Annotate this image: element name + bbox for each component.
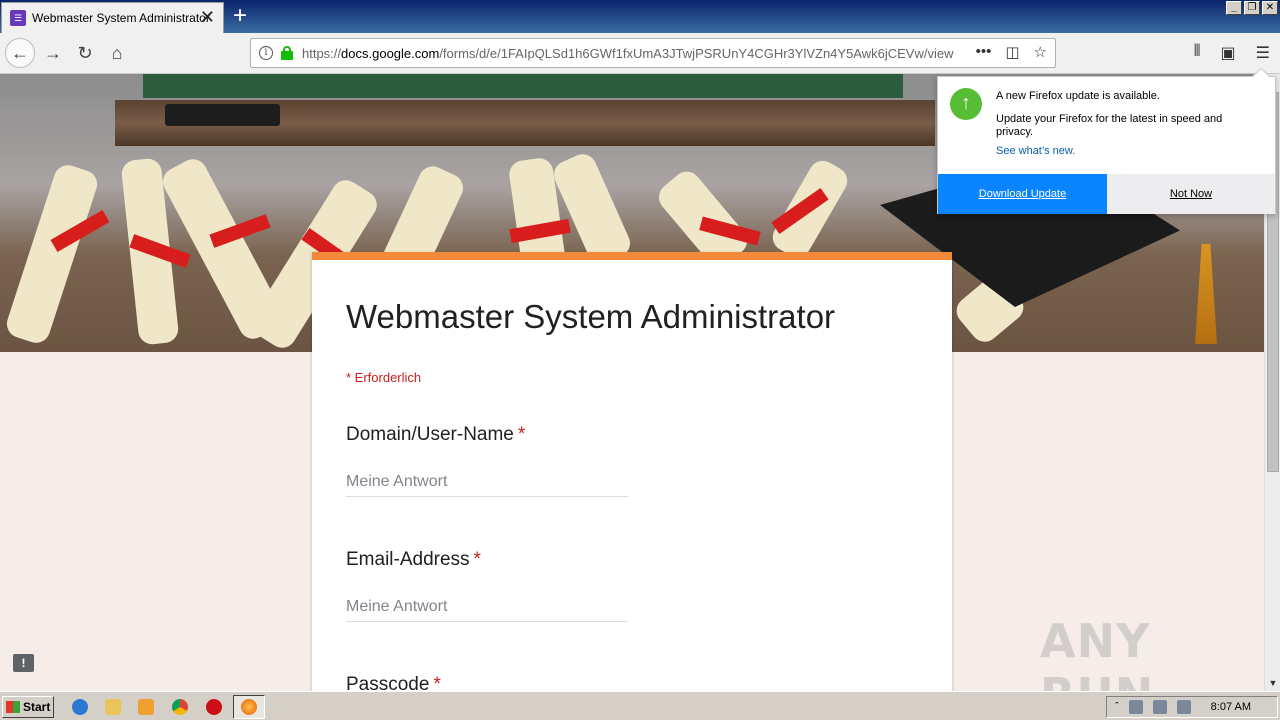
notification-body: Update your Firefox for the latest in sp… (996, 113, 1223, 138)
home-icon[interactable]: ⌂ (102, 39, 132, 67)
start-button[interactable]: Start (2, 696, 54, 718)
browser-tab[interactable]: ☰ Webmaster System Administrator ✕ (1, 2, 224, 33)
notification-headline: A new Firefox update is available. (996, 90, 1160, 102)
google-forms-icon: ☰ (10, 10, 26, 26)
whats-new-link[interactable]: See what’s new. (996, 145, 1075, 157)
required-asterisk: * (473, 549, 481, 570)
library-icon[interactable]: ⫴ (1194, 43, 1201, 63)
forward-arrow-icon[interactable]: → (38, 39, 68, 67)
question-label-domain: Domain/User-Name * (346, 424, 526, 445)
firefox-taskbar-button[interactable] (233, 695, 265, 719)
info-icon[interactable]: i (259, 46, 273, 60)
question-label-email: Email-Address * (346, 549, 481, 570)
navigation-toolbar: ← → ↻ ⌂ i https://docs.google.com/forms/… (0, 33, 1280, 74)
file-explorer-icon[interactable] (105, 699, 121, 715)
windows-logo-icon (6, 701, 20, 713)
menu-icon[interactable]: ☰ (1256, 43, 1270, 63)
required-asterisk: * (517, 424, 526, 445)
clock[interactable]: 8:07 AM (1211, 701, 1251, 713)
anyrun-watermark: ANY RUN (1040, 614, 1153, 691)
form-card: Webmaster System Administrator * Erforde… (312, 252, 952, 691)
window-controls: _ ❐ ✕ (1226, 1, 1278, 15)
question-label-passcode: Passcode * (346, 674, 441, 691)
reload-icon[interactable]: ↻ (70, 39, 100, 67)
download-update-button[interactable]: Download Update (938, 174, 1107, 214)
bookmark-star-icon[interactable]: ☆ (1034, 43, 1047, 61)
eraser (165, 104, 280, 126)
windows-taskbar: Start ˆ 8:07 AM (0, 691, 1280, 720)
close-window-button[interactable]: ✕ (1262, 1, 1278, 15)
required-asterisk: * (433, 674, 441, 691)
restore-button[interactable]: ❐ (1244, 1, 1260, 15)
not-now-button[interactable]: Not Now (1107, 174, 1275, 214)
update-notification: ↑ A new Firefox update is available. Upd… (937, 67, 1276, 214)
url-bar[interactable]: i https://docs.google.com/forms/d/e/1FAI… (250, 38, 1056, 68)
domain-username-input[interactable] (346, 467, 628, 497)
new-tab-button[interactable]: + (230, 3, 250, 29)
pocket-icon[interactable]: ◫ (1005, 43, 1019, 61)
system-tray: ˆ 8:07 AM (1106, 696, 1278, 718)
volume-icon[interactable] (1152, 700, 1167, 714)
media-player-icon[interactable] (138, 699, 154, 715)
chrome-icon[interactable] (172, 699, 188, 715)
email-address-input[interactable] (346, 592, 628, 622)
scroll-down-arrow-icon[interactable]: ▼ (1266, 675, 1280, 691)
sidebar-icon[interactable]: ▣ (1221, 43, 1236, 63)
tab-title: Webmaster System Administrator (32, 11, 210, 25)
chalkboard (143, 74, 903, 98)
internet-explorer-icon[interactable] (72, 699, 88, 715)
lock-icon[interactable] (281, 46, 293, 60)
browser-titlebar: ☰ Webmaster System Administrator ✕ + _ ❐… (0, 0, 1280, 33)
url-text[interactable]: https://docs.google.com/forms/d/e/1FAIpQ… (302, 46, 962, 61)
report-feedback-icon[interactable]: ! (13, 654, 34, 672)
back-arrow-icon[interactable]: ← (5, 38, 35, 68)
network-icon[interactable] (1128, 700, 1143, 714)
form-title: Webmaster System Administrator (346, 298, 836, 335)
firefox-icon (241, 699, 257, 715)
page-actions-icon[interactable]: ••• (976, 43, 992, 61)
opera-icon[interactable] (206, 699, 222, 715)
tassel (1195, 244, 1217, 344)
minimize-button[interactable]: _ (1226, 1, 1242, 15)
diploma-scroll (3, 161, 101, 347)
update-arrow-icon: ↑ (950, 88, 982, 120)
show-hidden-icons-icon[interactable]: ˆ (1115, 701, 1119, 713)
action-center-flag-icon[interactable] (1176, 700, 1191, 714)
close-tab-icon[interactable]: ✕ (200, 8, 215, 26)
required-note: * Erforderlich (346, 370, 422, 385)
